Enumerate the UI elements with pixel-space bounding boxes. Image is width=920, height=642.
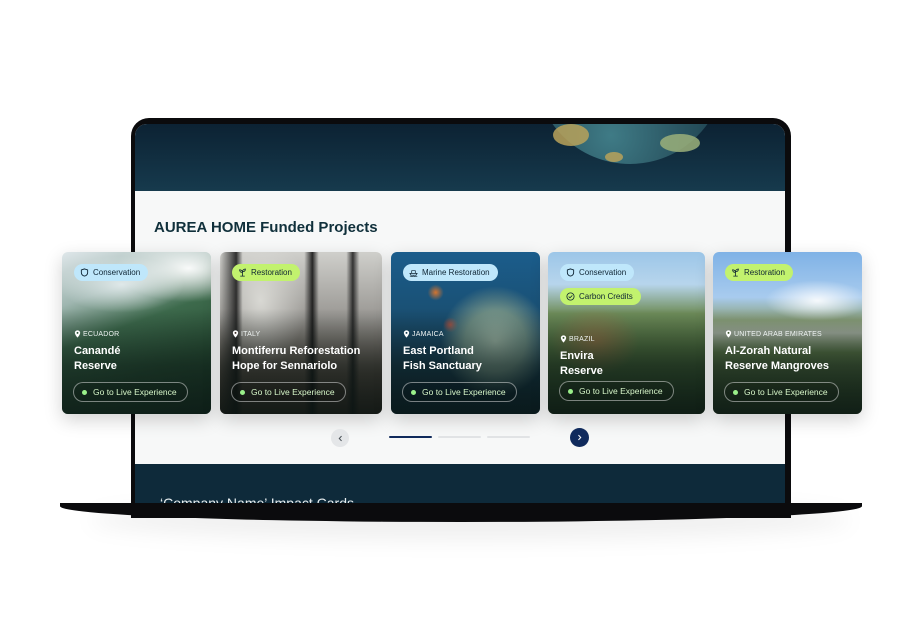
- shield-icon: [80, 268, 89, 277]
- chevron-left-icon: [338, 435, 342, 441]
- status-dot: [568, 388, 573, 394]
- tag-carbon-credits: Carbon Credits: [560, 288, 641, 305]
- status-dot: [240, 389, 245, 395]
- card-title: Canandé Reserve: [74, 345, 121, 372]
- location-pin-icon: [74, 330, 81, 338]
- card-location: BRAZIL: [560, 335, 595, 343]
- carousel-prev-button[interactable]: [331, 429, 349, 447]
- location-pin-icon: [403, 330, 410, 338]
- go-to-live-experience-button[interactable]: Go to Live Experience: [402, 382, 517, 402]
- card-title: Al-Zorah Natural Reserve Mangroves: [725, 345, 829, 372]
- shield-icon: [566, 268, 575, 277]
- project-card-montiferru[interactable]: Restoration ITALY Montiferru Reforestati…: [220, 252, 382, 414]
- globe-image: [535, 124, 725, 164]
- boat-icon: [409, 270, 418, 277]
- tag-marine-restoration: Marine Restoration: [403, 264, 498, 281]
- card-location: UNITED ARAB EMIRATES: [725, 330, 822, 338]
- go-to-live-experience-button[interactable]: Go to Live Experience: [73, 382, 188, 402]
- status-dot: [733, 389, 738, 395]
- go-to-live-experience-button[interactable]: Go to Live Experience: [724, 382, 839, 402]
- go-to-live-experience-button[interactable]: Go to Live Experience: [559, 381, 674, 401]
- section-title: AUREA HOME Funded Projects: [154, 219, 378, 236]
- carousel-next-button[interactable]: [570, 428, 589, 447]
- card-location: ECUADOR: [74, 330, 119, 338]
- location-pin-icon: [560, 335, 567, 343]
- card-location: ITALY: [232, 330, 260, 338]
- card-title: Montiferru Reforestation Hope for Sennar…: [232, 345, 361, 372]
- carousel-indicator-2[interactable]: [438, 436, 481, 438]
- project-card-envira[interactable]: Conservation Carbon Credits BRAZIL Envir…: [548, 252, 705, 414]
- carousel-indicator-1[interactable]: [389, 436, 432, 438]
- tag-conservation: Conservation: [560, 264, 635, 281]
- project-card-east-portland[interactable]: Marine Restoration JAMAICA East Portland…: [391, 252, 540, 414]
- sprout-icon: [732, 268, 739, 277]
- tag-conservation: Conservation: [74, 264, 149, 281]
- location-pin-icon: [725, 330, 732, 338]
- location-pin-icon: [232, 330, 239, 338]
- carousel-indicator-3[interactable]: [487, 436, 530, 438]
- status-dot: [411, 389, 416, 395]
- sprout-icon: [239, 268, 246, 277]
- tag-restoration: Restoration: [232, 264, 300, 281]
- check-circle-icon: [566, 292, 575, 301]
- status-dot: [82, 389, 87, 395]
- go-to-live-experience-button[interactable]: Go to Live Experience: [231, 382, 346, 402]
- tag-restoration: Restoration: [725, 264, 793, 281]
- card-location: JAMAICA: [403, 330, 444, 338]
- card-title: East Portland Fish Sanctuary: [403, 345, 482, 372]
- project-card-al-zorah[interactable]: Restoration UNITED ARAB EMIRATES Al-Zora…: [713, 252, 862, 414]
- project-card-canande[interactable]: Conservation ECUADOR Canandé Reserve Go …: [62, 252, 211, 414]
- chevron-right-icon: [578, 434, 582, 441]
- hero-banner: [135, 124, 785, 191]
- card-title: Envira Reserve: [560, 350, 603, 377]
